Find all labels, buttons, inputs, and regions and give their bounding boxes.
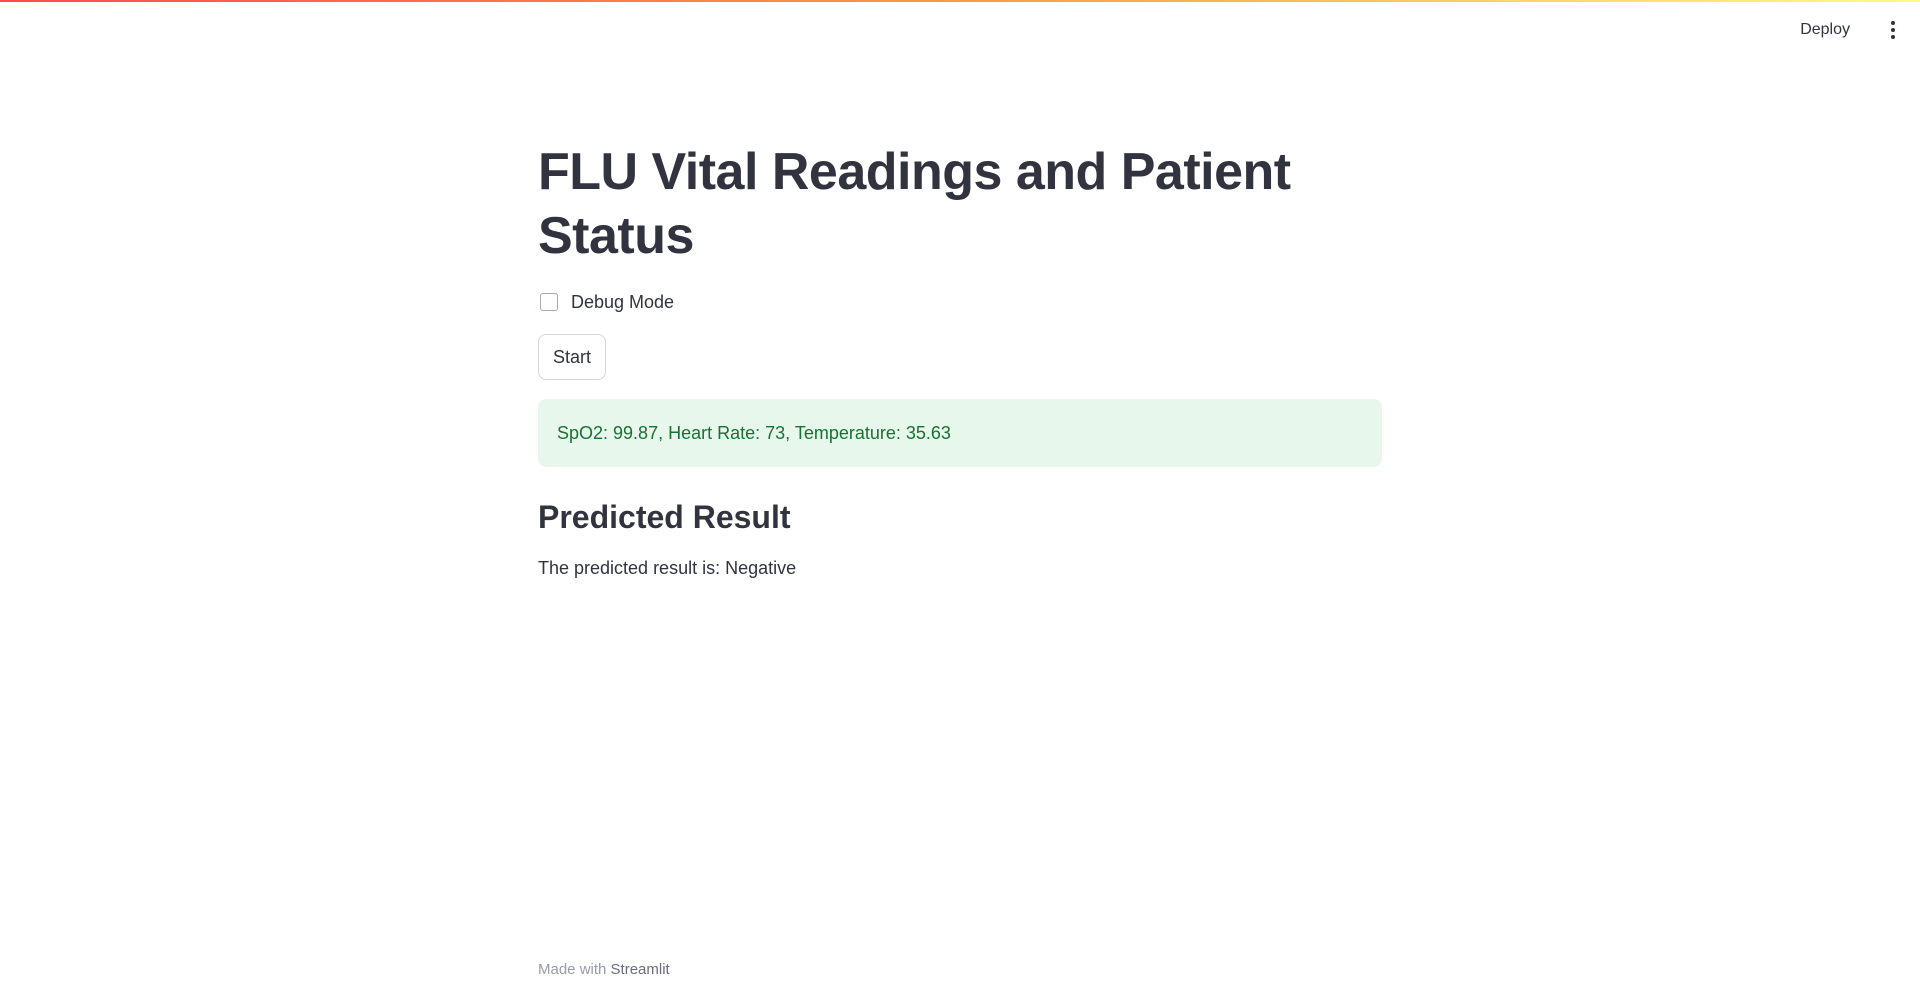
checkbox-icon[interactable]	[540, 293, 558, 311]
footer-prefix: Made with	[538, 961, 611, 978]
vertical-ellipsis-icon-dot	[1891, 35, 1895, 39]
debug-mode-label[interactable]: Debug Mode	[571, 292, 674, 313]
deploy-button[interactable]: Deploy	[1790, 16, 1860, 44]
start-button[interactable]: Start	[538, 334, 607, 380]
vitals-status-alert: SpO2: 99.87, Heart Rate: 73, Temperature…	[538, 399, 1382, 467]
predicted-result-text: The predicted result is: Negative	[538, 558, 797, 578]
vitals-status-text: SpO2: 99.87, Heart Rate: 73, Temperature…	[557, 422, 951, 443]
predicted-result-heading: Predicted Result	[538, 499, 791, 535]
footer: Made with Streamlit	[538, 961, 670, 978]
main-content: FLU Vital Readings and Patient Status De…	[538, 120, 1382, 579]
debug-mode-checkbox[interactable]: Debug Mode	[538, 290, 1382, 314]
page-title: FLU Vital Readings and Patient Status	[538, 143, 1291, 265]
vertical-ellipsis-icon-dot	[1891, 28, 1895, 32]
main-menu-button[interactable]	[1880, 16, 1906, 44]
vertical-ellipsis-icon	[1891, 21, 1895, 25]
app-header: Deploy	[0, 0, 1920, 60]
streamlit-link[interactable]: Streamlit	[611, 961, 670, 978]
